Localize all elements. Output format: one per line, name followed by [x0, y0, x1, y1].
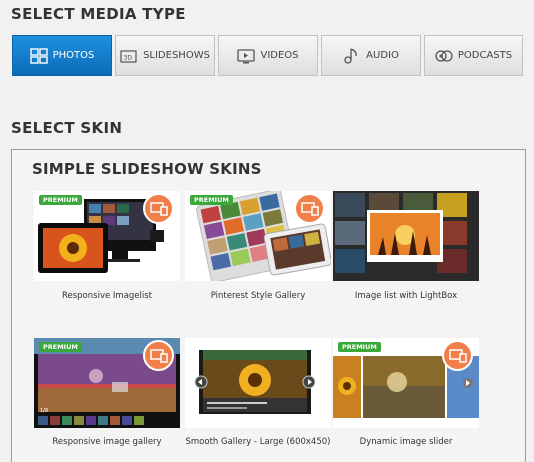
responsive-devices-icon: [143, 340, 174, 371]
tab-photos[interactable]: PHOTOS: [12, 35, 112, 76]
slideshow-3d-icon: 3D: [120, 47, 138, 65]
skin-thumb-dynamic-image-slider[interactable]: PREMIUM: [333, 338, 479, 428]
skins-panel: SIMPLE SLIDESHOW SKINS PREMIUM Responsiv…: [11, 149, 526, 462]
premium-badge: PREMIUM: [39, 342, 82, 352]
premium-badge: PREMIUM: [338, 342, 381, 352]
skin-caption[interactable]: Pinterest Style Gallery: [178, 291, 338, 301]
skin-thumb-smooth-gallery[interactable]: [185, 338, 331, 428]
svg-text:1/8: 1/8: [40, 408, 48, 414]
tab-slideshows-label: SLIDESHOWS: [143, 50, 210, 61]
tab-audio[interactable]: AUDIO: [321, 35, 421, 76]
skin-caption[interactable]: Smooth Gallery - Large (600x450): [178, 437, 338, 447]
select-skin-heading: SELECT SKIN: [11, 119, 123, 137]
panel-title: SIMPLE SLIDESHOW SKINS: [32, 160, 262, 178]
tab-podcasts[interactable]: PODCASTS: [424, 35, 523, 76]
responsive-devices-icon: [294, 193, 325, 224]
smooth-gallery-preview: [194, 350, 316, 414]
svg-text:3D: 3D: [124, 54, 133, 61]
lightbox-preview: [335, 193, 467, 273]
audio-note-icon: [343, 47, 361, 65]
skin-thumb-pinterest-gallery[interactable]: PREMIUM: [185, 191, 331, 281]
tab-podcasts-label: PODCASTS: [457, 50, 513, 61]
tab-audio-label: AUDIO: [366, 50, 399, 61]
premium-badge: PREMIUM: [190, 195, 233, 205]
responsive-devices-icon: [143, 193, 174, 224]
podcast-icon: [435, 47, 453, 65]
select-media-type-heading: SELECT MEDIA TYPE: [11, 5, 186, 23]
skin-thumb-responsive-image-gallery[interactable]: 1/8 PREMIUM: [34, 338, 180, 428]
skin-caption[interactable]: Responsive Imagelist: [27, 291, 187, 301]
video-monitor-icon: [237, 47, 256, 65]
tab-slideshows[interactable]: 3D SLIDESHOWS: [115, 35, 215, 76]
premium-badge: PREMIUM: [39, 195, 82, 205]
media-type-tabs: PHOTOS 3D SLIDESHOWS VIDEOS AUDIO PODCAS…: [12, 35, 523, 76]
photos-grid-icon: [29, 47, 48, 65]
skin-caption[interactable]: Dynamic image slider: [326, 437, 486, 447]
tab-videos[interactable]: VIDEOS: [218, 35, 318, 76]
skin-caption[interactable]: Image list with LightBox: [326, 291, 486, 301]
tab-photos-label: PHOTOS: [52, 50, 95, 61]
skin-thumb-responsive-imagelist[interactable]: PREMIUM: [34, 191, 180, 281]
skin-caption[interactable]: Responsive image gallery: [27, 437, 187, 447]
tab-videos-label: VIDEOS: [260, 50, 299, 61]
skin-thumb-image-list-lightbox[interactable]: [333, 191, 479, 281]
responsive-devices-icon: [442, 340, 473, 371]
